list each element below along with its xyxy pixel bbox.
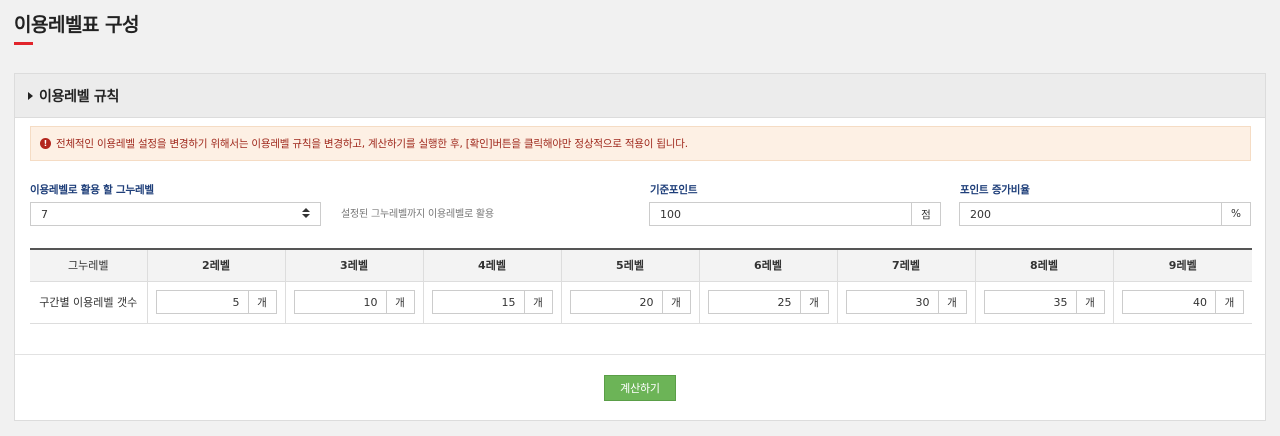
count-unit: 개 [799, 291, 828, 313]
count-unit: 개 [937, 291, 966, 313]
table-row: 구간별 이용레벨 갯수 5개 10 개 15 개 20 개 25 개 30 개 35 개 4… [30, 281, 1252, 324]
header-gnu-level: 그누레벨 [30, 249, 148, 282]
level-3-count-input[interactable]: 10 [295, 291, 386, 313]
level-7-count-field[interactable]: 30 개 [845, 290, 967, 314]
header-level-3: 3레벨 [285, 249, 424, 282]
count-unit: 개 [247, 291, 276, 313]
level-7-count-input[interactable]: 30 [847, 291, 938, 313]
section-divider [15, 354, 1265, 355]
group-level-value: 7 [41, 207, 48, 221]
table-header-row: 그누레벨 2레벨 3레벨 4레벨 5레벨 6레벨 7레벨 8레벨 9레벨 [30, 249, 1252, 282]
level-8-count-field[interactable]: 35 개 [983, 290, 1105, 314]
level-6-count-input[interactable]: 25 [709, 291, 800, 313]
group-level-select[interactable]: 7 [30, 202, 321, 226]
level-4-count-input[interactable]: 15 [433, 291, 524, 313]
level-5-count-field[interactable]: 20 개 [569, 290, 691, 314]
title-underline [14, 42, 33, 45]
base-point-input[interactable]: 100 [650, 203, 911, 225]
increase-rate-label: 포인트 증가비율 [960, 184, 1030, 196]
level-3-count-field[interactable]: 10 개 [293, 290, 415, 314]
header-level-8: 8레벨 [975, 249, 1114, 282]
caret-right-icon [28, 91, 33, 100]
count-unit: 개 [523, 291, 552, 313]
level-5-count-input[interactable]: 20 [571, 291, 662, 313]
notice-box: ! 전체적인 이용레벨 설정을 변경하기 위해서는 이용레벨 규칙을 변경하고,… [30, 126, 1251, 161]
count-unit: 개 [385, 291, 414, 313]
row-label: 구간별 이용레벨 갯수 [30, 281, 148, 324]
header-level-7: 7레벨 [837, 249, 976, 282]
level-9-count-input[interactable]: 40 [1123, 291, 1216, 313]
level-9-count-field[interactable]: 40 개 [1121, 290, 1244, 314]
group-level-hint: 설정된 그누레벨까지 이용레벨로 활용 [341, 209, 494, 220]
level-8-count-input[interactable]: 35 [985, 291, 1076, 313]
group-level-label: 이용레벨로 활용 할 그누레벨 [30, 184, 154, 196]
count-unit: 개 [1075, 291, 1104, 313]
header-level-9: 9레벨 [1113, 249, 1252, 282]
select-arrows-icon [302, 208, 310, 218]
alert-icon: ! [40, 138, 51, 149]
increase-rate-field[interactable]: 200 % [959, 202, 1251, 226]
panel-title: 이용레벨 규칙 [39, 88, 120, 105]
level-2-count-field[interactable]: 5개 [155, 290, 277, 314]
header-level-2: 2레벨 [147, 249, 286, 282]
level-4-count-field[interactable]: 15 개 [431, 290, 553, 314]
base-point-label: 기준포인트 [650, 184, 698, 196]
header-level-5: 5레벨 [561, 249, 700, 282]
page-title: 이용레벨표 구성 [14, 14, 139, 36]
header-level-4: 4레벨 [423, 249, 562, 282]
notice-text: 전체적인 이용레벨 설정을 변경하기 위해서는 이용레벨 규칙을 변경하고, 계… [56, 138, 688, 150]
count-unit: 개 [1215, 291, 1243, 313]
panel-header: 이용레벨 규칙 [15, 74, 1265, 118]
level-table: 그누레벨 2레벨 3레벨 4레벨 5레벨 6레벨 7레벨 8레벨 9레벨 구간별… [30, 248, 1252, 324]
base-point-unit: 점 [911, 203, 940, 225]
level-6-count-field[interactable]: 25 개 [707, 290, 829, 314]
base-point-field[interactable]: 100 점 [649, 202, 941, 226]
level-rule-panel: 이용레벨 규칙 ! 전체적인 이용레벨 설정을 변경하기 위해서는 이용레벨 규… [14, 73, 1266, 421]
increase-rate-input[interactable]: 200 [960, 203, 1221, 225]
level-2-count-input[interactable]: 5 [157, 291, 248, 313]
calculate-button[interactable]: 계산하기 [604, 375, 676, 401]
count-unit: 개 [661, 291, 690, 313]
header-level-6: 6레벨 [699, 249, 838, 282]
increase-rate-unit: % [1221, 203, 1250, 225]
